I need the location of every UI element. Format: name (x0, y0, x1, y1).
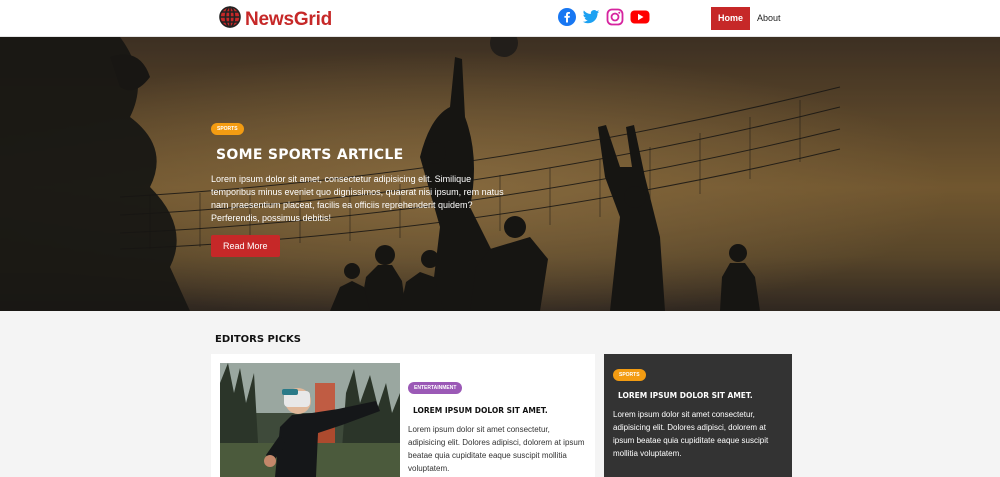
hero-title[interactable]: Some Sports Article (216, 147, 511, 163)
twitter-icon[interactable] (582, 8, 600, 26)
facebook-icon[interactable] (558, 8, 576, 26)
hero-content: Sports Some Sports Article Lorem ipsum d… (211, 117, 511, 257)
logo-text: NewsGrid (245, 8, 333, 30)
youtube-icon[interactable] (630, 8, 650, 26)
logo[interactable]: NewsGrid (219, 6, 332, 33)
nav-home-link[interactable]: Home (711, 7, 751, 30)
article-text: Lorem ipsum dolor sit amet consectetur, … (408, 425, 585, 473)
category-badge[interactable]: Entertainment (408, 382, 463, 394)
category-badge[interactable]: Sports (613, 369, 646, 381)
globe-icon (219, 6, 241, 33)
navbar: NewsGrid Home About (0, 0, 1000, 37)
instagram-icon[interactable] (606, 8, 624, 26)
article-title[interactable]: Lorem ipsum dolor sit amet. (413, 406, 588, 415)
editors-pick-main-card[interactable]: Entertainment Lorem ipsum dolor sit amet… (211, 354, 595, 477)
article-image[interactable] (220, 363, 400, 477)
hero: Sports Some Sports Article Lorem ipsum d… (0, 37, 1000, 311)
social-links (558, 8, 650, 26)
read-more-button[interactable]: Read More (211, 235, 280, 257)
category-badge[interactable]: Sports (211, 123, 244, 135)
card-body: Entertainment Lorem ipsum dolor sit amet… (408, 376, 588, 475)
hero-text: Lorem ipsum dolor sit amet, consectetur … (211, 174, 504, 223)
editors-pick-side-card[interactable]: Sports Lorem ipsum dolor sit amet. Lorem… (604, 354, 792, 477)
main-nav: Home About (711, 7, 788, 30)
card-body: Sports Lorem ipsum dolor sit amet. Lorem… (613, 363, 785, 460)
article-text: Lorem ipsum dolor sit amet consectetur, … (613, 410, 769, 458)
section-title: Editors Picks (215, 334, 301, 345)
article-title[interactable]: Lorem ipsum dolor sit amet. (618, 391, 785, 400)
nav-about-link[interactable]: About (750, 7, 788, 30)
